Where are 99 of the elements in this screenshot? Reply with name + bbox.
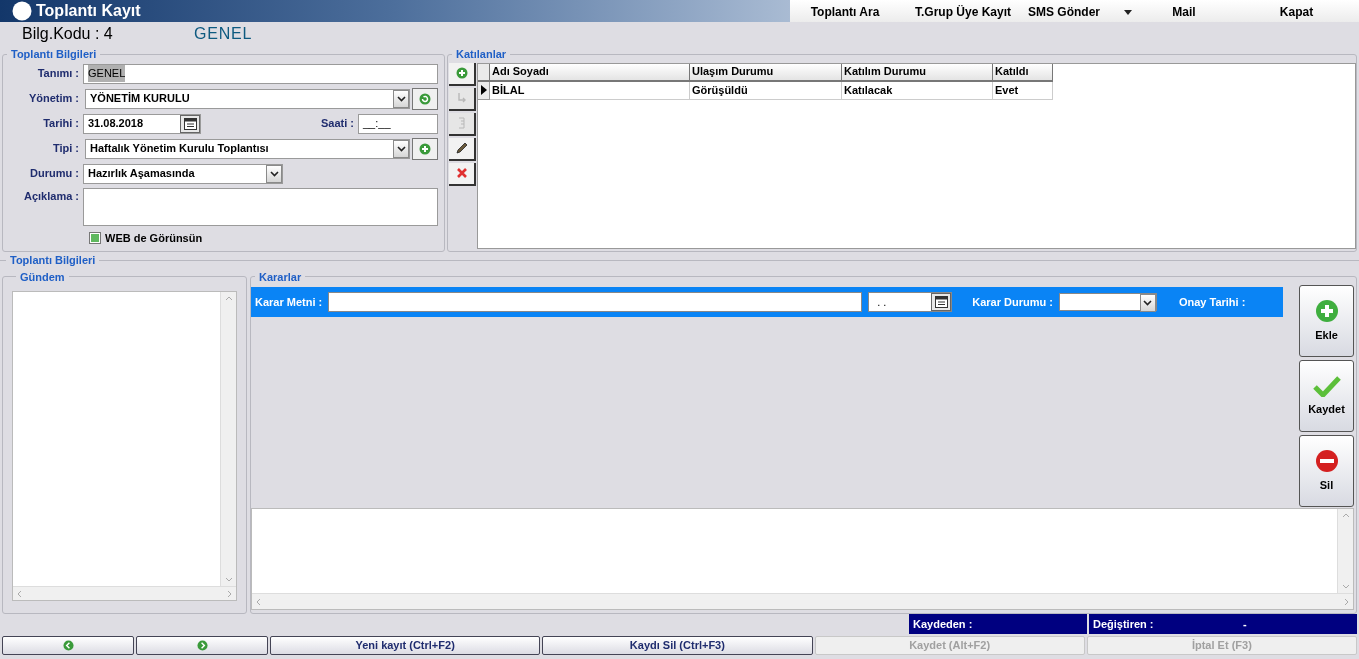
vertical-scrollbar[interactable] xyxy=(1337,509,1353,593)
dropdown-field[interactable]: Haftalık Yönetim Kurulu Toplantısı xyxy=(85,138,410,159)
menu-item[interactable]: SMS Gönder xyxy=(1026,3,1134,21)
chevron-down-icon xyxy=(1341,584,1350,589)
group-title: Katılanlar xyxy=(455,47,508,62)
group-title: Toplantı Bilgileri xyxy=(10,47,98,62)
toolbar-button[interactable] xyxy=(449,137,476,161)
time-field[interactable]: __:__ xyxy=(358,113,438,134)
chevron-down-icon xyxy=(396,145,406,152)
dropdown-caret-icon xyxy=(1124,9,1132,15)
field-label: Açıklama : xyxy=(22,188,80,204)
chevron-up-icon xyxy=(1341,513,1350,518)
table-cell: BİLAL xyxy=(490,81,690,100)
horizontal-scrollbar[interactable] xyxy=(252,593,1353,609)
add-button[interactable] xyxy=(412,137,438,160)
calendar-button[interactable] xyxy=(931,293,952,311)
window-title: Toplantı Kayıt xyxy=(36,1,141,21)
input-field[interactable]: GENEL xyxy=(83,63,438,84)
chevron-down-icon xyxy=(269,170,279,177)
field-label: Tipi : xyxy=(51,141,80,157)
checkbox[interactable] xyxy=(89,231,101,244)
group-title: Toplantı Bilgileri xyxy=(9,253,97,268)
date-field[interactable]: 31.08.2018 xyxy=(83,113,201,134)
left-circle-icon xyxy=(62,640,74,651)
status-label: Değiştiren : xyxy=(1093,616,1155,632)
plus-circle-icon xyxy=(1314,298,1339,323)
field-label: Karar Durumu : xyxy=(972,294,1053,310)
footer-button[interactable] xyxy=(136,636,268,655)
table-cell: Görüşüldü xyxy=(690,81,842,100)
plus-circle-icon xyxy=(455,67,468,79)
vertical-scrollbar[interactable] xyxy=(220,292,236,586)
dropdown-field[interactable] xyxy=(1058,293,1157,311)
checkbox-label: WEB de Görünsün xyxy=(105,230,203,246)
table-cell: Katılacak xyxy=(842,81,993,100)
decision-text-field[interactable] xyxy=(328,292,863,312)
dropdown-field[interactable]: Hazırlık Aşamasında xyxy=(83,163,283,184)
chevron-left-icon xyxy=(256,597,261,606)
field-value: GENEL xyxy=(88,65,126,82)
record-code: Bilg.Kodu : 4 xyxy=(22,24,114,44)
chevron-down-icon xyxy=(1143,300,1153,306)
date-field[interactable]: . . xyxy=(868,292,953,312)
field-label: Tanımı : xyxy=(36,66,80,82)
status-field: Kaydeden : xyxy=(909,614,1087,634)
pencil-icon xyxy=(454,141,469,155)
footer-button[interactable] xyxy=(2,636,134,655)
chevron-up-icon xyxy=(224,296,233,301)
field-label: Karar Metni : xyxy=(255,294,323,310)
dropdown-field[interactable]: YÖNETİM KURULU xyxy=(85,88,410,109)
field-label: Onay Tarihi : xyxy=(1178,294,1246,310)
record-name: GENEL xyxy=(194,24,253,44)
chevron-down-icon xyxy=(396,95,406,102)
right-circle-icon xyxy=(196,640,208,651)
calendar-button[interactable] xyxy=(180,114,200,133)
menu-item[interactable]: Toplantı Ara xyxy=(790,3,900,21)
footer-button[interactable]: Yeni kayıt (Ctrl+F2) xyxy=(270,636,541,655)
group-title: Gündem xyxy=(19,269,66,285)
dropdown-button[interactable] xyxy=(393,139,409,158)
status-value: - xyxy=(1243,616,1247,632)
grid-corner xyxy=(478,63,490,82)
action-button[interactable]: Kaydet xyxy=(1299,360,1354,432)
dropdown-button[interactable] xyxy=(266,164,282,183)
triangle-right-icon xyxy=(480,85,487,95)
minus-circle-icon xyxy=(1314,448,1339,473)
action-button[interactable]: Sil xyxy=(1299,435,1354,507)
action-button[interactable]: Ekle xyxy=(1299,285,1354,357)
refresh-button[interactable] xyxy=(412,87,438,110)
chevron-left-icon xyxy=(17,589,22,598)
menu-item[interactable]: T.Grup Üye Kayıt xyxy=(900,3,1026,21)
calendar-icon xyxy=(934,296,948,308)
column-header[interactable]: Adı Soyadı xyxy=(490,63,690,82)
dropdown-button[interactable] xyxy=(1139,294,1156,312)
chevron-right-icon xyxy=(1344,597,1349,606)
toolbar-button[interactable] xyxy=(449,162,476,186)
chevron-right-icon xyxy=(227,589,232,598)
list-icon xyxy=(457,117,466,129)
arrow-icon xyxy=(456,92,467,104)
column-header[interactable]: Katıldı xyxy=(993,63,1053,82)
field-label: Yönetim : xyxy=(27,91,80,107)
horizontal-scrollbar[interactable] xyxy=(13,586,236,600)
chevron-down-icon xyxy=(224,577,233,582)
field-label: Durumu : xyxy=(29,166,80,182)
column-header[interactable]: Katılım Durumu xyxy=(842,63,993,82)
toolbar-button[interactable] xyxy=(449,62,476,86)
circle-icon xyxy=(12,1,32,21)
field-label: Saati : xyxy=(320,116,355,132)
checkmark-icon xyxy=(1312,374,1341,397)
menu-item[interactable]: Mail xyxy=(1134,3,1234,21)
calendar-icon xyxy=(183,117,197,130)
description-field[interactable] xyxy=(83,187,438,226)
plus-circle-icon xyxy=(419,142,431,155)
footer-button[interactable]: Kaydı Sil (Ctrl+F3) xyxy=(542,636,813,655)
field-label: Tarihi : xyxy=(42,116,80,132)
dropdown-button[interactable] xyxy=(393,89,409,108)
column-header[interactable]: Ulaşım Durumu xyxy=(690,63,842,82)
table-cell: Evet xyxy=(993,81,1053,100)
menu-item[interactable]: Kapat xyxy=(1234,3,1359,21)
close-icon xyxy=(455,167,468,179)
group-title: Kararlar xyxy=(258,269,303,285)
refresh-icon xyxy=(419,92,431,105)
